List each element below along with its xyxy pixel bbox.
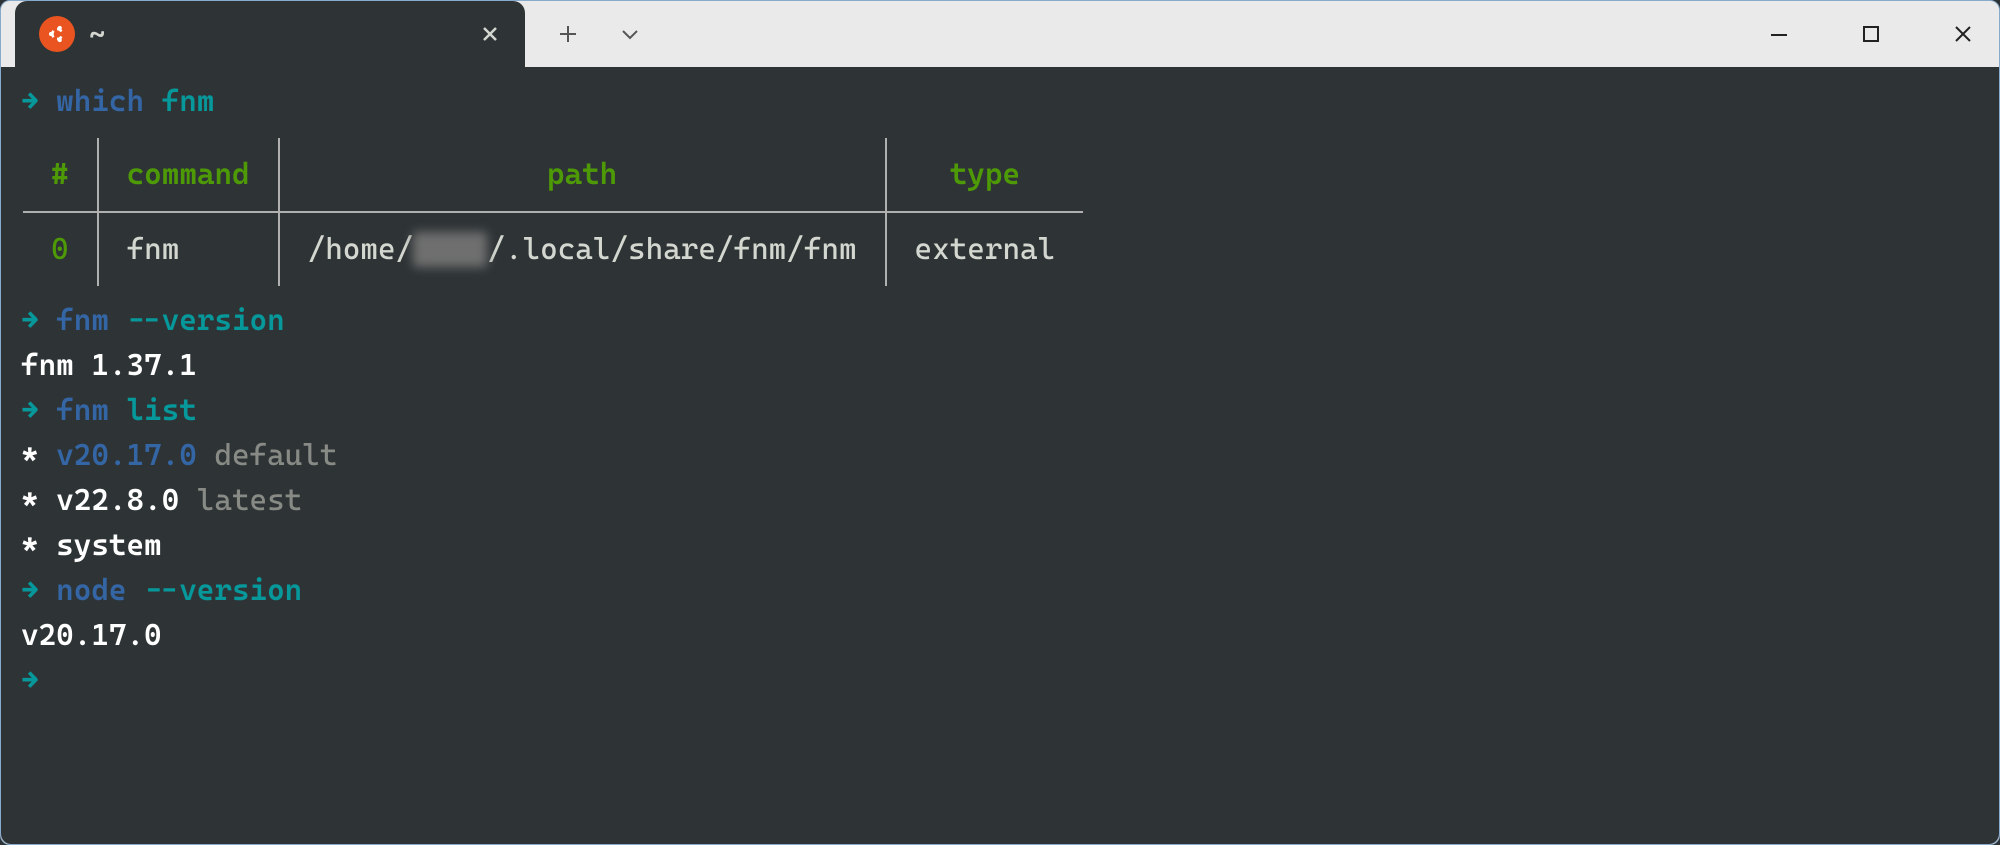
list-item: * v20.17.0 default [21, 433, 1979, 478]
which-output-table: # command path type 0 fnm /home/████/.lo… [21, 136, 1979, 288]
close-window-button[interactable] [1945, 16, 1981, 52]
new-tab-button[interactable] [551, 17, 585, 51]
output-fnm-version: fnm 1.37.1 [21, 343, 1979, 388]
terminal-body[interactable]: → which fnm # command path type 0 fnm /h… [1, 67, 1999, 844]
ubuntu-icon [39, 16, 75, 52]
cell-type: external [886, 212, 1085, 287]
list-item: * v22.8.0 latest [21, 478, 1979, 523]
node-version: system [56, 528, 161, 563]
command-fnm: fnm [56, 393, 109, 428]
window-controls [1761, 1, 1981, 67]
node-version: v22.8.0 [56, 483, 179, 518]
command-fnm: fnm [56, 303, 109, 338]
command-node-version-arg: --version [144, 573, 302, 608]
prompt-line-node-version: → node --version [21, 568, 1979, 613]
command-which: which [56, 84, 144, 119]
table-row: 0 fnm /home/████/.local/share/fnm/fnm ex… [22, 212, 1084, 287]
prompt-line-empty: → [21, 658, 1979, 703]
terminal-tab[interactable]: ~ [15, 1, 525, 67]
minimize-button[interactable] [1761, 16, 1797, 52]
tab-dropdown-button[interactable] [613, 17, 647, 51]
command-fnm-list-arg: list [126, 393, 196, 428]
tab-title: ~ [89, 18, 461, 51]
cell-path: /home/████/.local/share/fnm/fnm [279, 212, 886, 287]
tab-close-button[interactable] [475, 19, 505, 49]
output-node-version: v20.17.0 [21, 613, 1979, 658]
col-header-idx: # [22, 137, 98, 212]
cell-idx: 0 [22, 212, 98, 287]
cell-command: fnm [98, 212, 279, 287]
table-header-row: # command path type [22, 137, 1084, 212]
terminal-window: ~ → which fnm [0, 0, 2000, 845]
col-header-path: path [279, 137, 886, 212]
prompt-line-which: → which fnm [21, 79, 1979, 124]
col-header-command: command [98, 137, 279, 212]
maximize-button[interactable] [1853, 16, 1889, 52]
version-alias: default [214, 438, 337, 473]
prompt-line-fnm-version: → fnm --version [21, 298, 1979, 343]
list-item: * system [21, 523, 1979, 568]
command-fnm-version-arg: --version [126, 303, 284, 338]
col-header-type: type [886, 137, 1085, 212]
titlebar-actions [551, 17, 647, 51]
version-alias: latest [197, 483, 302, 518]
redacted-username: ████ [413, 232, 487, 267]
node-version: v20.17.0 [56, 438, 197, 473]
command-node: node [56, 573, 126, 608]
command-which-arg: fnm [162, 84, 215, 119]
titlebar: ~ [1, 1, 1999, 67]
prompt-arrow: → [21, 84, 39, 119]
prompt-line-fnm-list: → fnm list [21, 388, 1979, 433]
